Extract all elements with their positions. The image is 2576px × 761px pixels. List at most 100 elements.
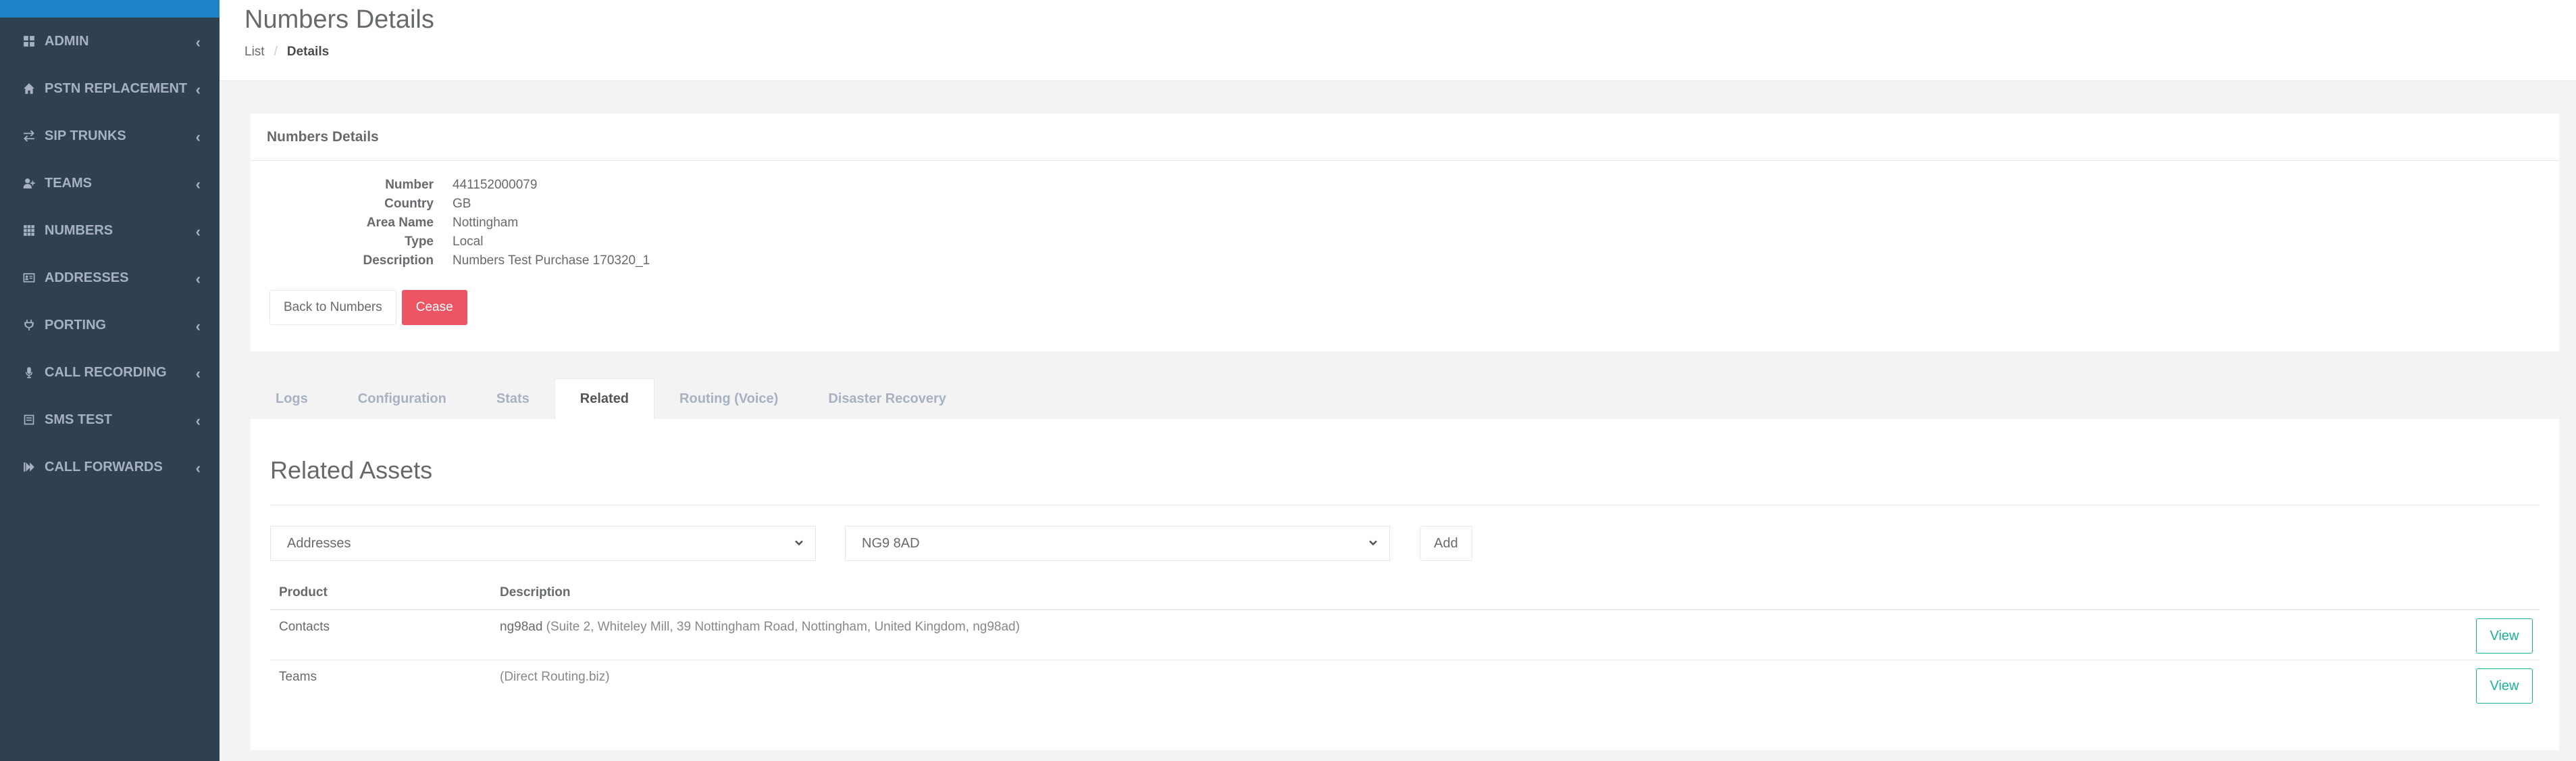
chevron-left-icon: ‹ — [195, 365, 201, 382]
back-to-numbers-button[interactable]: Back to Numbers — [269, 290, 396, 325]
sidebar: ADMIN ‹ PSTN REPLACEMENT ‹ SIP TRUNKS ‹ … — [0, 0, 220, 761]
sidebar-item-label: PSTN REPLACEMENT — [45, 80, 188, 96]
sms-icon — [22, 412, 36, 427]
home-icon — [22, 81, 36, 96]
sidebar-item-admin[interactable]: ADMIN ‹ — [0, 18, 220, 65]
chevron-left-icon: ‹ — [195, 176, 201, 193]
detail-value: Numbers Test Purchase 170320_1 — [453, 253, 650, 268]
page-header: Numbers Details List / Details — [220, 0, 2576, 81]
tab-bar: Logs Configuration Stats Related Routing… — [251, 378, 971, 419]
detail-label: Area Name — [366, 216, 434, 230]
related-assets-panel: Related Assets Addresses NG9 8AD Add Pro… — [251, 419, 2559, 750]
asset-value-selected: NG9 8AD — [862, 535, 920, 551]
tab-configuration[interactable]: Configuration — [333, 378, 471, 419]
breadcrumb-list-link[interactable]: List — [244, 45, 265, 59]
cell-description: (Direct Routing.biz) — [500, 670, 2540, 710]
grid-icon — [22, 34, 36, 49]
breadcrumb-current: Details — [286, 45, 330, 59]
table-row: Teams (Direct Routing.biz) View — [270, 660, 2540, 710]
tab-routing-voice[interactable]: Routing (Voice) — [654, 378, 803, 419]
sidebar-item-porting[interactable]: PORTING ‹ — [0, 301, 220, 349]
detail-label: Description — [363, 253, 434, 268]
asset-value-select[interactable]: NG9 8AD — [845, 526, 1390, 561]
tab-logs[interactable]: Logs — [251, 378, 333, 419]
detail-label: Country — [384, 197, 434, 211]
sidebar-item-label: SIP TRUNKS — [45, 128, 126, 143]
chevron-left-icon: ‹ — [195, 34, 201, 51]
forward-icon — [22, 460, 36, 474]
sidebar-item-sip-trunks[interactable]: SIP TRUNKS ‹ — [0, 112, 220, 159]
details-list: Number 441152000079 Country GB Area Name… — [251, 176, 650, 270]
sidebar-item-call-forwards[interactable]: CALL FORWARDS ‹ — [0, 443, 220, 491]
chevron-left-icon: ‹ — [195, 412, 201, 429]
view-button[interactable]: View — [2476, 668, 2533, 704]
detail-value: 441152000079 — [453, 178, 538, 192]
page-title: Numbers Details — [244, 5, 434, 34]
cell-product: Contacts — [279, 620, 330, 634]
breadcrumb: List / Details — [244, 45, 329, 59]
sidebar-item-addresses[interactable]: ADDRESSES ‹ — [0, 254, 220, 301]
tab-stats[interactable]: Stats — [471, 378, 555, 419]
sidebar-item-label: ADDRESSES — [45, 270, 129, 285]
sidebar-item-label: CALL RECORDING — [45, 364, 167, 380]
chevron-down-icon — [1366, 536, 1380, 549]
detail-label: Type — [405, 235, 434, 249]
chevron-left-icon: ‹ — [195, 270, 201, 287]
cell-description: ng98ad (Suite 2, Whiteley Mill, 39 Notti… — [500, 620, 2540, 660]
detail-value: Nottingham — [453, 216, 519, 230]
chevron-left-icon: ‹ — [195, 223, 201, 240]
description-detail: (Suite 2, Whiteley Mill, 39 Nottingham R… — [542, 620, 1020, 634]
table-row: Contacts ng98ad (Suite 2, Whiteley Mill,… — [270, 610, 2540, 660]
th-icon — [22, 223, 36, 238]
description-detail: (Direct Routing.biz) — [500, 670, 610, 684]
tab-related[interactable]: Related — [554, 378, 655, 419]
chevron-left-icon: ‹ — [195, 128, 201, 145]
sidebar-item-label: PORTING — [45, 317, 107, 333]
chevron-left-icon: ‹ — [195, 81, 201, 98]
sidebar-item-sms-test[interactable]: SMS TEST ‹ — [0, 396, 220, 443]
numbers-details-panel: Numbers Details Number 441152000079 Coun… — [251, 114, 2559, 351]
panel-title: Numbers Details — [251, 114, 2559, 161]
exchange-icon — [22, 128, 36, 143]
plug-icon — [22, 318, 36, 333]
sidebar-item-label: ADMIN — [45, 33, 89, 49]
detail-row-area-name: Area Name Nottingham — [251, 214, 650, 232]
add-asset-button[interactable]: Add — [1420, 526, 1472, 561]
sidebar-item-numbers[interactable]: NUMBERS ‹ — [0, 207, 220, 254]
sidebar-item-label: NUMBERS — [45, 222, 113, 238]
detail-row-description: Description Numbers Test Purchase 170320… — [251, 251, 650, 270]
sidebar-item-call-recording[interactable]: CALL RECORDING ‹ — [0, 349, 220, 396]
sidebar-item-label: SMS TEST — [45, 412, 113, 427]
chevron-left-icon: ‹ — [195, 460, 201, 476]
detail-value: GB — [453, 197, 471, 211]
related-assets-title: Related Assets — [270, 456, 433, 484]
user-plus-icon — [22, 176, 36, 191]
microphone-icon — [22, 365, 36, 380]
column-header-product: Product — [279, 585, 328, 599]
tab-disaster-recovery[interactable]: Disaster Recovery — [803, 378, 971, 419]
detail-row-type: Type Local — [251, 232, 650, 251]
sidebar-header-strip — [0, 0, 220, 18]
view-button[interactable]: View — [2476, 618, 2533, 654]
chevron-down-icon — [792, 536, 806, 549]
description-name: ng98ad — [500, 620, 543, 634]
asset-type-selected: Addresses — [287, 535, 351, 551]
detail-label: Number — [385, 178, 434, 192]
sidebar-item-label: TEAMS — [45, 175, 92, 191]
detail-row-number: Number 441152000079 — [251, 176, 650, 195]
cell-product: Teams — [279, 670, 317, 684]
divider — [270, 505, 2540, 506]
detail-value: Local — [453, 235, 484, 249]
chevron-left-icon: ‹ — [195, 318, 201, 335]
asset-type-select[interactable]: Addresses — [270, 526, 816, 561]
address-card-icon — [22, 270, 36, 285]
sidebar-item-label: CALL FORWARDS — [45, 459, 163, 474]
table-header: Product Description — [270, 576, 2540, 610]
sidebar-item-teams[interactable]: TEAMS ‹ — [0, 159, 220, 207]
detail-row-country: Country GB — [251, 195, 650, 214]
breadcrumb-separator: / — [274, 45, 278, 59]
column-header-description: Description — [500, 585, 571, 599]
sidebar-item-pstn-replacement[interactable]: PSTN REPLACEMENT ‹ — [0, 65, 220, 112]
details-actions: Back to Numbers Cease — [269, 290, 467, 325]
cease-button[interactable]: Cease — [401, 290, 467, 325]
